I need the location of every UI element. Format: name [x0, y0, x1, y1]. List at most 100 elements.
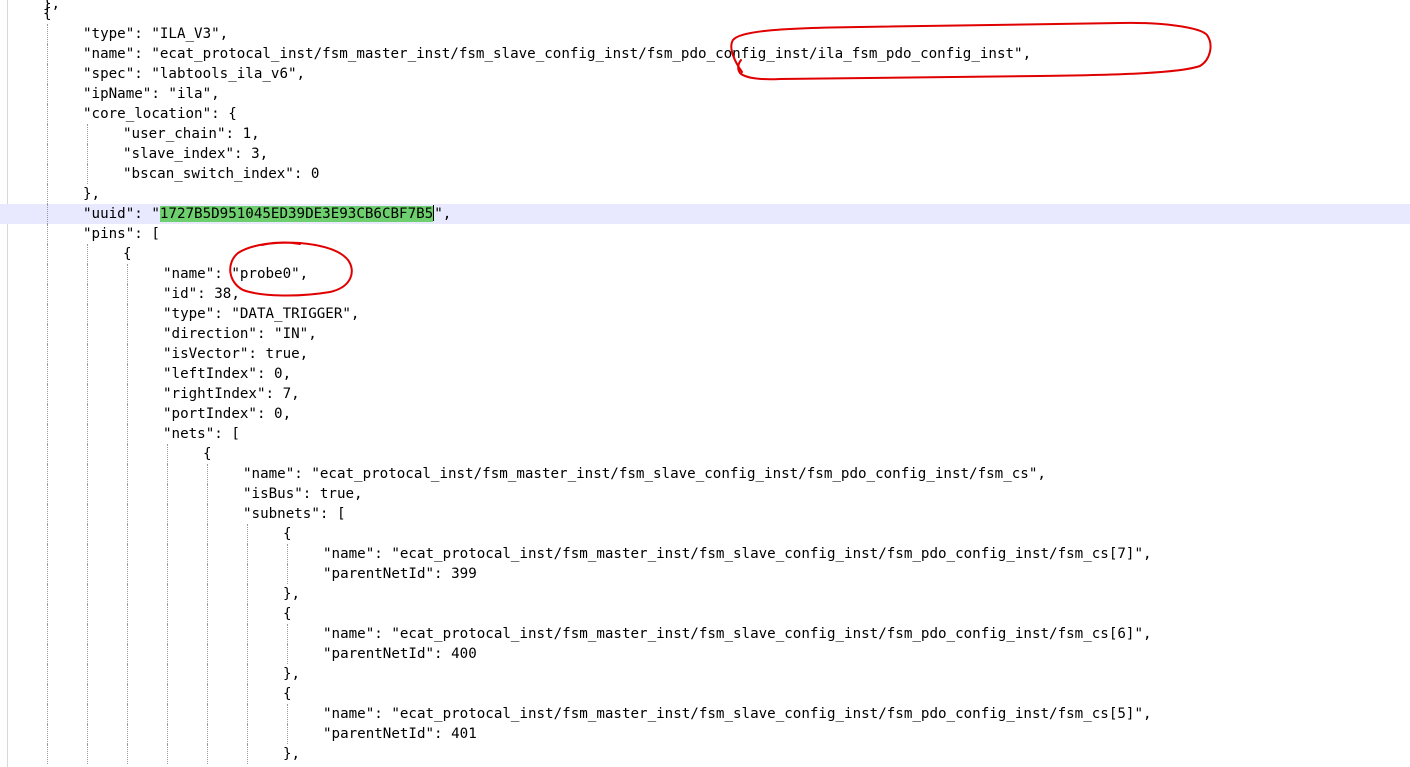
indent-guide [87, 384, 88, 404]
indent-guide [87, 344, 88, 364]
code-line[interactable]: "parentNetId": 400 [0, 644, 1410, 664]
code-line[interactable]: "subnets": [ [0, 504, 1410, 524]
indent-guide [127, 604, 128, 624]
uuid-tail: ", [434, 206, 452, 222]
indent-guide [87, 504, 88, 524]
code-line[interactable]: { [0, 244, 1410, 264]
indent-guide [167, 704, 168, 724]
code-text: "isBus": true, [243, 486, 363, 502]
code-text: "id": 38, [163, 286, 240, 302]
code-line[interactable]: }, [0, 664, 1410, 684]
code-line[interactable]: "type": "ILA_V3", [0, 24, 1410, 44]
current-line[interactable]: "uuid": "1727B5D951045ED39DE3E93CB6CBF7B… [0, 204, 1410, 224]
code-line[interactable]: }, [0, 584, 1410, 604]
indent-guide [207, 664, 208, 684]
code-line[interactable]: "parentNetId": 399 [0, 564, 1410, 584]
indent-guide [47, 244, 48, 264]
indent-guide [47, 504, 48, 524]
code-line[interactable]: { [0, 524, 1410, 544]
code-line[interactable]: "leftIndex": 0, [0, 364, 1410, 384]
code-line[interactable]: "user_chain": 1, [0, 124, 1410, 144]
indent-guide [127, 424, 128, 444]
indent-guide [167, 524, 168, 544]
indent-guide [47, 444, 48, 464]
indent-guide [47, 304, 48, 324]
code-line[interactable]: "type": "DATA_TRIGGER", [0, 304, 1410, 324]
code-line[interactable]: "name": "ecat_protocal_inst/fsm_master_i… [0, 464, 1410, 484]
indent-guide [47, 224, 48, 244]
indent-guide [167, 644, 168, 664]
indent-guide [127, 624, 128, 644]
indent-guide [47, 684, 48, 704]
code-line[interactable]: }, [0, 184, 1410, 204]
code-line[interactable]: }, [0, 744, 1410, 764]
code-line[interactable]: "name": "ecat_protocal_inst/fsm_master_i… [0, 704, 1410, 724]
code-line[interactable]: "bscan_switch_index": 0 [0, 164, 1410, 184]
indent-guide [47, 564, 48, 584]
indent-guide [127, 364, 128, 384]
code-line[interactable]: { [0, 4, 1410, 24]
indent-guide [247, 524, 248, 544]
indent-guide [207, 604, 208, 624]
code-text: "bscan_switch_index": 0 [123, 166, 320, 182]
indent-guide [207, 524, 208, 544]
indent-guide [127, 404, 128, 424]
indent-guide [87, 744, 88, 764]
indent-guide [207, 704, 208, 724]
indent-guide [127, 504, 128, 524]
indent-guide [127, 544, 128, 564]
indent-guide [167, 624, 168, 644]
code-line[interactable]: "slave_index": 3, [0, 144, 1410, 164]
indent-guide [47, 204, 48, 224]
code-text: "subnets": [ [243, 506, 346, 522]
indent-guide [87, 624, 88, 644]
indent-guide [87, 144, 88, 164]
uuid-key: "uuid": " [83, 206, 160, 222]
indent-guide [127, 304, 128, 324]
code-text: "leftIndex": 0, [163, 366, 292, 382]
indent-guide [87, 444, 88, 464]
indent-guide [207, 564, 208, 584]
indent-guide [127, 584, 128, 604]
code-editor[interactable]: }, { "type": "ILA_V3", "name": "ecat_pro… [0, 0, 1410, 767]
code-line[interactable]: "id": 38, [0, 284, 1410, 304]
code-line[interactable]: { [0, 684, 1410, 704]
code-text: "spec": "labtools_ila_v6", [83, 66, 306, 82]
code-text: "portIndex": 0, [163, 406, 292, 422]
code-line[interactable]: "spec": "labtools_ila_v6", [0, 64, 1410, 84]
indent-guide [247, 744, 248, 764]
indent-guide [127, 664, 128, 684]
code-line[interactable]: "name": "ecat_protocal_inst/fsm_master_i… [0, 544, 1410, 564]
indent-guide [247, 664, 248, 684]
indent-guide [167, 504, 168, 524]
code-line[interactable]: "core_location": { [0, 104, 1410, 124]
code-text: "slave_index": 3, [123, 146, 269, 162]
text-selection[interactable]: 1727B5D951045ED39DE3E93CB6CBF7B5 [159, 206, 434, 222]
code-line[interactable]: "pins": [ [0, 224, 1410, 244]
code-line[interactable]: { [0, 604, 1410, 624]
indent-guide [127, 384, 128, 404]
indent-guide [247, 584, 248, 604]
code-line[interactable]: "name": "ecat_protocal_inst/fsm_master_i… [0, 44, 1410, 64]
code-line[interactable]: "nets": [ [0, 424, 1410, 444]
indent-guide [167, 544, 168, 564]
code-line[interactable]: { [0, 444, 1410, 464]
code-line[interactable]: "direction": "IN", [0, 324, 1410, 344]
code-line[interactable]: "portIndex": 0, [0, 404, 1410, 424]
code-text: "direction": "IN", [163, 326, 317, 342]
code-text: "isVector": true, [163, 346, 309, 362]
indent-guide [287, 564, 288, 584]
code-line[interactable]: "isBus": true, [0, 484, 1410, 504]
code-text: "name": "probe0", [163, 266, 309, 282]
indent-guide [47, 84, 48, 104]
code-line[interactable]: "name": "probe0", [0, 264, 1410, 284]
code-line[interactable]: "isVector": true, [0, 344, 1410, 364]
indent-guide [47, 124, 48, 144]
code-line[interactable]: "name": "ecat_protocal_inst/fsm_master_i… [0, 624, 1410, 644]
code-line[interactable]: "ipName": "ila", [0, 84, 1410, 104]
code-line[interactable]: "parentNetId": 401 [0, 724, 1410, 744]
code-line[interactable]: "rightIndex": 7, [0, 384, 1410, 404]
code-text: { [283, 606, 292, 622]
indent-guide [207, 684, 208, 704]
indent-guide [47, 664, 48, 684]
